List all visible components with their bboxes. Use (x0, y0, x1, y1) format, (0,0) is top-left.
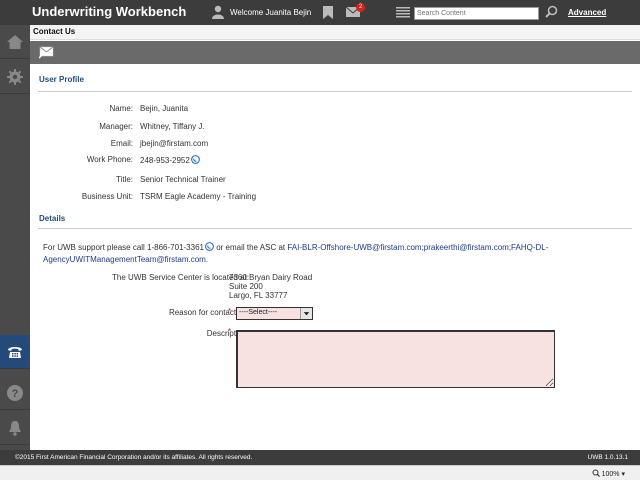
user-icon[interactable] (212, 5, 224, 19)
details-title: Details (39, 214, 66, 223)
sidebar-item-notifications[interactable] (0, 411, 30, 445)
call-link-icon[interactable] (205, 242, 214, 251)
support-phone-text: For UWB support please call 1-866-701-33… (43, 243, 204, 252)
welcome-text: Welcome Juanita Bejin (230, 8, 312, 17)
work-phone-label: Work Phone: (86, 155, 133, 164)
notification-badge: 2 (356, 3, 365, 12)
support-info: For UWB support please call 1-866-701-33… (43, 242, 628, 266)
address-line-2: Suite 200 (229, 282, 263, 291)
help-icon: ? (7, 384, 23, 401)
required-marker: * (228, 327, 232, 336)
sidebar: ? (0, 25, 30, 450)
home-icon (7, 34, 23, 49)
app-title[interactable]: Underwriting Workbench (32, 4, 186, 19)
page-header: Contact Us (30, 25, 640, 40)
page-title: Contact Us (33, 27, 76, 36)
manager-label: Manager: (99, 122, 133, 131)
bell-icon (9, 420, 21, 436)
sidebar-item-help[interactable]: ? (0, 376, 30, 410)
work-phone-row: 248-953-2952 (140, 155, 200, 165)
sidebar-item-home[interactable] (0, 25, 30, 59)
gear-icon (7, 68, 23, 85)
top-bar: Underwriting Workbench Welcome Juanita B… (0, 0, 640, 25)
required-marker: * (228, 307, 232, 316)
manager-value: Whitney, Tiffany J. (140, 122, 205, 131)
compose-message-icon[interactable] (39, 45, 55, 59)
sidebar-item-contact[interactable] (0, 335, 30, 369)
description-textarea[interactable] (236, 330, 555, 388)
svg-text:?: ? (12, 388, 19, 400)
bookmark-icon[interactable] (323, 6, 333, 19)
contact-us-content: User Profile Name: Bejin, Juanita Manage… (30, 64, 640, 450)
advanced-search-link[interactable]: Advanced (568, 8, 606, 17)
address-line-3: Largo, FL 33777 (229, 291, 288, 300)
menu-icon[interactable] (396, 7, 410, 18)
copyright-text: ©2015 First American Financial Corporati… (15, 454, 253, 461)
zoom-level: 100% (601, 471, 620, 478)
chevron-down-icon[interactable] (300, 308, 312, 319)
zoom-icon (592, 469, 600, 477)
browser-status-bar: 100% ▾ (0, 465, 640, 480)
section-divider (38, 91, 632, 92)
name-value: Bejin, Juanita (140, 104, 189, 113)
zoom-control[interactable]: 100% ▾ (592, 469, 625, 478)
user-profile-title: User Profile (39, 75, 84, 84)
email-label: Email: (110, 139, 133, 148)
footer: ©2015 First American Financial Corporati… (0, 450, 640, 465)
name-label: Name: (109, 104, 133, 113)
title-label: Title: (115, 175, 133, 184)
title-value: Senior Technical Trainer (140, 175, 226, 184)
call-link-icon[interactable] (190, 155, 200, 164)
address-line-1: 7360 Bryan Dairy Road (229, 273, 313, 282)
support-suffix: . (205, 255, 209, 264)
phone-icon (8, 346, 22, 358)
version-text: UWB 1.0.13.1 (587, 454, 628, 461)
support-middle-text: or email the ASC at (213, 243, 288, 252)
business-unit-label: Business Unit: (81, 192, 133, 201)
search-input[interactable] (414, 7, 539, 20)
toolbar (30, 41, 640, 64)
business-unit-value: TSRM Eagle Academy - Training (140, 192, 257, 201)
email-value: jbejin@firstam.com (140, 139, 209, 148)
work-phone-value: 248-953-2952 (140, 156, 190, 165)
sidebar-item-settings[interactable] (0, 60, 30, 94)
search-icon[interactable] (545, 5, 558, 18)
section-divider (38, 228, 632, 229)
